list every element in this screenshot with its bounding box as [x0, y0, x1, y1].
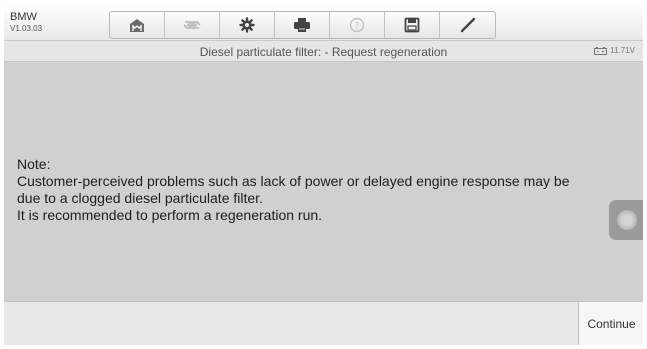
- save-icon: [404, 17, 420, 33]
- settings-icon: [239, 17, 255, 33]
- assist-circle-icon: [617, 210, 637, 230]
- save-button[interactable]: [385, 12, 440, 38]
- toolbar-button-group: ?: [109, 11, 496, 39]
- page-title: Diesel particulate filter: - Request reg…: [199, 45, 448, 59]
- vehicle-swap-icon: [183, 21, 201, 29]
- svg-text:?: ?: [355, 22, 360, 32]
- app-window: BMW V1.03.03 ? Diesel particulate filter…: [4, 4, 643, 345]
- message-line: due to a clogged diesel particulate filt…: [17, 190, 263, 206]
- message-text: Note: Customer-perceived problems such a…: [17, 156, 637, 224]
- battery-voltage: 11.71V: [610, 46, 635, 55]
- function-title-bar: Diesel particulate filter: - Request reg…: [4, 41, 643, 62]
- vehicle-make: BMW: [10, 11, 37, 23]
- top-toolbar: BMW V1.03.03 ?: [4, 4, 643, 41]
- home-button[interactable]: [110, 12, 165, 38]
- battery-icon: [594, 46, 608, 55]
- continue-button[interactable]: Continue: [578, 302, 643, 345]
- message-panel: Note: Customer-perceived problems such a…: [4, 62, 643, 301]
- print-button[interactable]: [275, 12, 330, 38]
- battery-status: 11.71V: [594, 46, 635, 55]
- settings-button[interactable]: [220, 12, 275, 38]
- vehicle-swap-button[interactable]: [165, 12, 220, 38]
- print-icon: [294, 18, 310, 32]
- help-icon: ?: [349, 17, 365, 33]
- edit-icon: [460, 17, 475, 33]
- message-line: Note:: [17, 156, 51, 172]
- floating-assist-button[interactable]: [609, 200, 643, 240]
- software-version: V1.03.03: [10, 24, 43, 33]
- bottom-action-bar: Continue: [4, 301, 643, 345]
- help-button[interactable]: ?: [330, 12, 385, 38]
- edit-button[interactable]: [440, 12, 495, 38]
- vehicle-brand-block: BMW V1.03.03: [10, 12, 42, 33]
- home-icon: [130, 19, 144, 32]
- message-line: It is recommended to perform a regenerat…: [17, 207, 323, 223]
- message-line: Customer-perceived problems such as lack…: [17, 173, 570, 189]
